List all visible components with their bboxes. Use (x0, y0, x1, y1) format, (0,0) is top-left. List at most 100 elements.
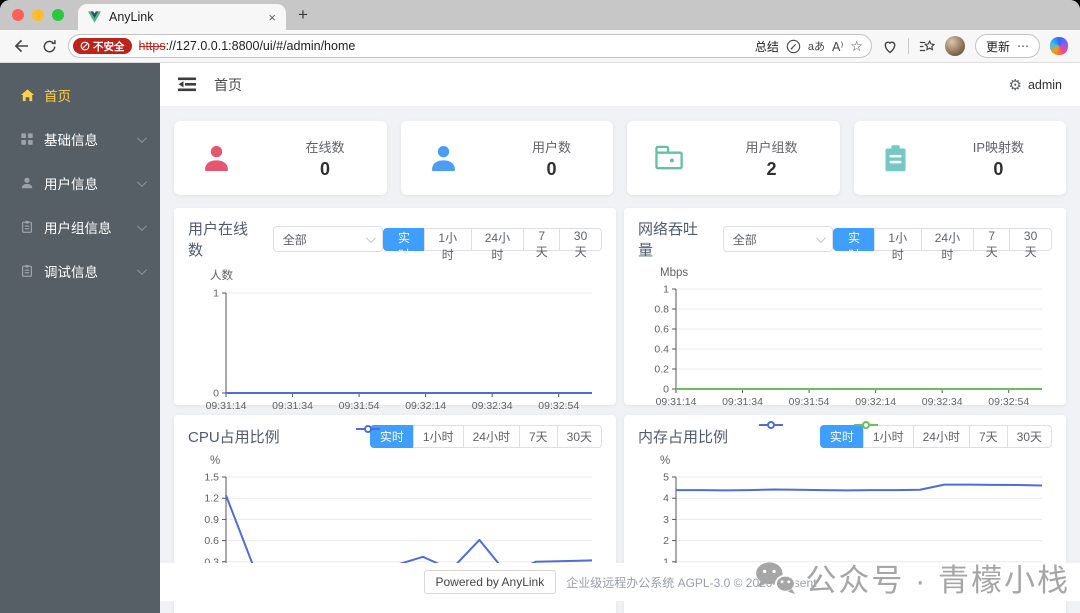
range-button-24小时[interactable]: 24小时 (470, 227, 525, 262)
svg-text:09:32:14: 09:32:14 (855, 396, 896, 408)
watermark-text: 公众号 · 青檬小栈 (805, 563, 1070, 598)
svg-text:1: 1 (663, 284, 669, 296)
maximize-window-button[interactable] (52, 9, 64, 21)
range-button-7天[interactable]: 7天 (523, 227, 561, 259)
group-filter-select[interactable]: 全部 (722, 226, 834, 252)
browser-tab[interactable]: AnyLink × (78, 4, 286, 30)
browser-essentials-icon[interactable] (882, 39, 898, 54)
powered-by-link[interactable]: Powered by AnyLink (423, 570, 557, 594)
range-button-30天[interactable]: 30天 (559, 227, 603, 259)
tab-close-icon[interactable]: × (268, 10, 276, 25)
range-button-7天[interactable]: 7天 (968, 425, 1008, 448)
stat-card-groups: 用户组数 2 (627, 121, 840, 195)
range-button-实时[interactable]: 实时 (383, 227, 425, 262)
collapse-menu-icon[interactable] (178, 77, 196, 92)
update-button[interactable]: 更新 ⋯ (974, 34, 1040, 58)
chevron-down-icon (366, 232, 377, 243)
chevron-down-icon (136, 264, 147, 275)
svg-text:09:32:34: 09:32:34 (472, 400, 513, 412)
favorite-star-icon[interactable]: ☆ (850, 38, 863, 55)
svg-text:09:31:34: 09:31:34 (722, 396, 763, 408)
sidebar-item-home[interactable]: 首页 (0, 73, 160, 117)
legend-marker (758, 420, 783, 430)
range-button-30天[interactable]: 30天 (1009, 227, 1053, 259)
svg-text:4: 4 (663, 493, 669, 505)
pen-circle-icon[interactable] (786, 39, 801, 54)
translate-icon[interactable]: aあ (808, 38, 825, 54)
profile-avatar[interactable] (944, 36, 965, 56)
chevron-down-icon (816, 232, 827, 243)
url-text[interactable]: https://127.0.0.1:8800/ui/#/admin/home (139, 39, 748, 53)
traffic-lights (12, 9, 64, 21)
svg-text:1.5: 1.5 (204, 472, 219, 484)
sidebar-item-group-info[interactable]: 用户组信息 (0, 205, 160, 249)
svg-text:0.4: 0.4 (654, 344, 669, 356)
dashboard-content: 在线数 0 用户数 0 用户组数 2 IP映射数 0 用户在线数 全部 实时 1… (160, 107, 1080, 613)
stat-label: 在线数 (305, 139, 345, 155)
select-value: 全部 (282, 232, 307, 247)
svg-text:09:31:14: 09:31:14 (206, 400, 247, 412)
stat-value: 0 (993, 158, 1004, 179)
toolbar-divider (907, 38, 909, 54)
range-button-7天[interactable]: 7天 (518, 425, 558, 448)
stat-card-ip-map: IP映射数 0 (853, 121, 1066, 195)
breadcrumb: 首页 (214, 76, 242, 93)
new-tab-button[interactable]: + (298, 5, 308, 25)
username[interactable]: admin (1028, 78, 1062, 92)
chart-title: 用户在线数 (188, 221, 249, 259)
summarize-button[interactable]: 总结 (755, 38, 779, 55)
address-bar[interactable]: 不安全 https://127.0.0.1:8800/ui/#/admin/ho… (68, 34, 872, 58)
range-button-24小时[interactable]: 24小时 (920, 227, 975, 262)
wechat-icon (754, 561, 797, 595)
back-icon[interactable] (12, 37, 30, 55)
sidebar-item-user-info[interactable]: 用户信息 (0, 161, 160, 205)
close-window-button[interactable] (12, 9, 24, 21)
svg-text:09:32:54: 09:32:54 (538, 400, 579, 412)
read-aloud-icon[interactable]: A⁾ (832, 39, 843, 54)
update-label: 更新 (985, 39, 1010, 54)
favorites-bar-icon[interactable] (919, 39, 935, 54)
range-button-24小时[interactable]: 24小时 (912, 425, 970, 448)
more-menu-icon[interactable]: ⋯ (1017, 39, 1029, 53)
url-rest: ://127.0.0.1:8800/ui/#/admin/home (165, 39, 356, 53)
gear-icon[interactable]: ⚙ (1009, 76, 1022, 94)
select-value: 全部 (732, 232, 757, 247)
stat-value: 0 (319, 158, 330, 179)
charts-grid: 用户在线数 全部 实时 1小时 24小时 7天 30天 人数 0 1 09:31:14 09:… (174, 208, 1066, 613)
security-badge[interactable]: 不安全 (73, 38, 132, 54)
range-button-实时[interactable]: 实时 (833, 227, 875, 262)
svg-text:0: 0 (663, 384, 669, 396)
group-filter-select[interactable]: 全部 (272, 226, 384, 252)
chart-title: 网络吞吐量 (638, 221, 699, 259)
chevron-down-icon (136, 132, 147, 143)
legend-marker (356, 424, 381, 434)
range-button-30天[interactable]: 30天 (1006, 425, 1052, 448)
sidebar-item-basic-info[interactable]: 基础信息 (0, 117, 160, 161)
range-button-30天[interactable]: 30天 (556, 425, 602, 448)
stat-label: 用户数 (531, 139, 571, 155)
line-chart: 0 0.2 0.4 0.6 0.8 1 09:31:14 09:31:34 09:31:54 09… (654, 284, 1042, 408)
svg-text:09:32:14: 09:32:14 (405, 400, 446, 412)
sidebar-item-label: 调试信息 (44, 265, 98, 280)
range-button-1小时[interactable]: 1小时 (873, 227, 922, 262)
minimize-window-button[interactable] (32, 9, 44, 21)
svg-text:0.9: 0.9 (204, 514, 219, 526)
clipboard-icon (20, 220, 35, 235)
range-button-1小时[interactable]: 1小时 (423, 227, 472, 262)
range-button-1小时[interactable]: 1小时 (412, 425, 464, 448)
clipboard-icon (880, 142, 911, 175)
copilot-icon[interactable] (1050, 37, 1068, 55)
vue-favicon-icon (88, 11, 101, 23)
sidebar-item-debug-info[interactable]: 调试信息 (0, 249, 160, 293)
range-button-24小时[interactable]: 24小时 (462, 425, 520, 448)
time-range-group: 实时 1小时 24小时 7天 30天 (833, 227, 1053, 262)
svg-text:0: 0 (213, 388, 219, 400)
svg-text:09:32:34: 09:32:34 (922, 396, 963, 408)
main-area: 首页 ⚙ admin 在线数 0 用户数 0 用户组数 2 IP映射数 0 用户… (160, 63, 1080, 613)
grid-icon (20, 132, 35, 147)
chart-throughput: 网络吞吐量 全部 实时 1小时 24小时 7天 30天 Mbps 0 0.2 0.4 0.6 0… (624, 208, 1066, 432)
svg-text:09:31:14: 09:31:14 (656, 396, 697, 408)
reload-icon[interactable] (40, 37, 58, 55)
tab-title: AnyLink (109, 10, 154, 24)
range-button-7天[interactable]: 7天 (973, 227, 1011, 259)
